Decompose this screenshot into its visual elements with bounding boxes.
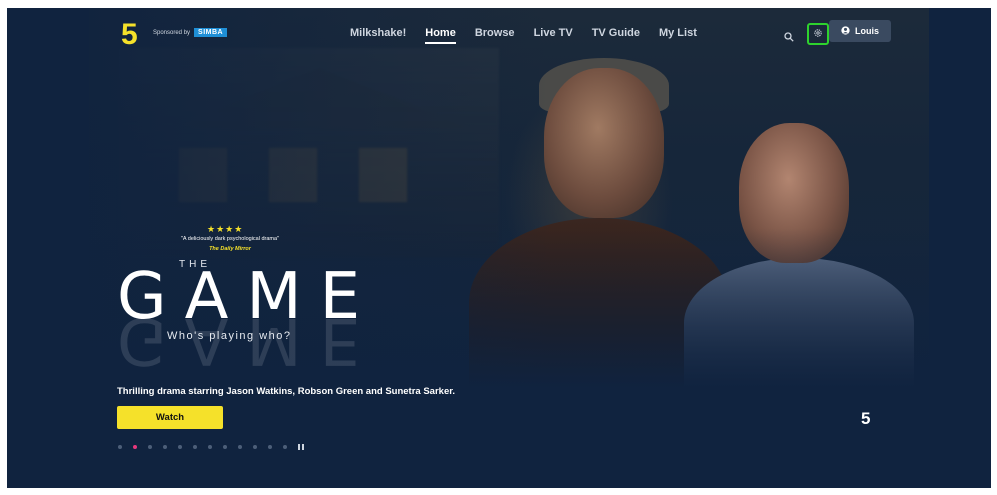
nav-item-live-tv[interactable]: Live TV (534, 27, 573, 44)
channel-badge: 5 (861, 409, 871, 428)
nav-item-milkshake[interactable]: Milkshake! (350, 27, 406, 44)
carousel-dot[interactable] (238, 445, 242, 449)
review-source: The Daily Mirror (209, 246, 251, 252)
show-description: Thrilling drama starring Jason Watkins, … (117, 386, 456, 397)
nav-item-home[interactable]: Home (425, 27, 456, 44)
settings-button[interactable] (807, 23, 829, 45)
sponsor-text: Sponsored by (153, 29, 191, 36)
review-quote: "A deliciously dark psychological drama" (180, 236, 280, 242)
app-root: 5 Sponsored by SIMBA Milkshake! Home Brows… (7, 8, 991, 488)
carousel-pager (118, 444, 304, 450)
carousel-dot[interactable] (193, 445, 197, 449)
carousel-dot[interactable] (133, 445, 137, 449)
show-tagline: Who's playing who? (167, 330, 292, 342)
carousel-dot[interactable] (163, 445, 167, 449)
watch-button[interactable]: Watch (117, 406, 223, 429)
carousel-dot[interactable] (223, 445, 227, 449)
pause-icon[interactable] (298, 444, 304, 450)
nav-item-tv-guide[interactable]: TV Guide (592, 27, 640, 44)
main-nav: Milkshake! Home Browse Live TV TV Guide My Li… (350, 27, 716, 44)
user-name: Louis (855, 26, 879, 36)
carousel-dot[interactable] (268, 445, 272, 449)
rating-stars: ★★★★ (207, 224, 244, 234)
carousel-dot[interactable] (208, 445, 212, 449)
carousel-dot[interactable] (148, 445, 152, 449)
search-icon[interactable] (784, 29, 794, 42)
sponsor-banner: Sponsored by SIMBA (153, 28, 228, 37)
channel-logo[interactable]: 5 (121, 20, 138, 50)
gear-icon (813, 25, 823, 43)
carousel-dot[interactable] (118, 445, 122, 449)
nav-item-browse[interactable]: Browse (475, 27, 515, 44)
user-icon (841, 25, 850, 37)
user-account-button[interactable]: Louis (829, 20, 891, 42)
sponsor-brand: SIMBA (194, 28, 228, 37)
nav-item-my-list[interactable]: My List (659, 27, 697, 44)
carousel-dot[interactable] (283, 445, 287, 449)
carousel-dot[interactable] (253, 445, 257, 449)
carousel-dot[interactable] (178, 445, 182, 449)
